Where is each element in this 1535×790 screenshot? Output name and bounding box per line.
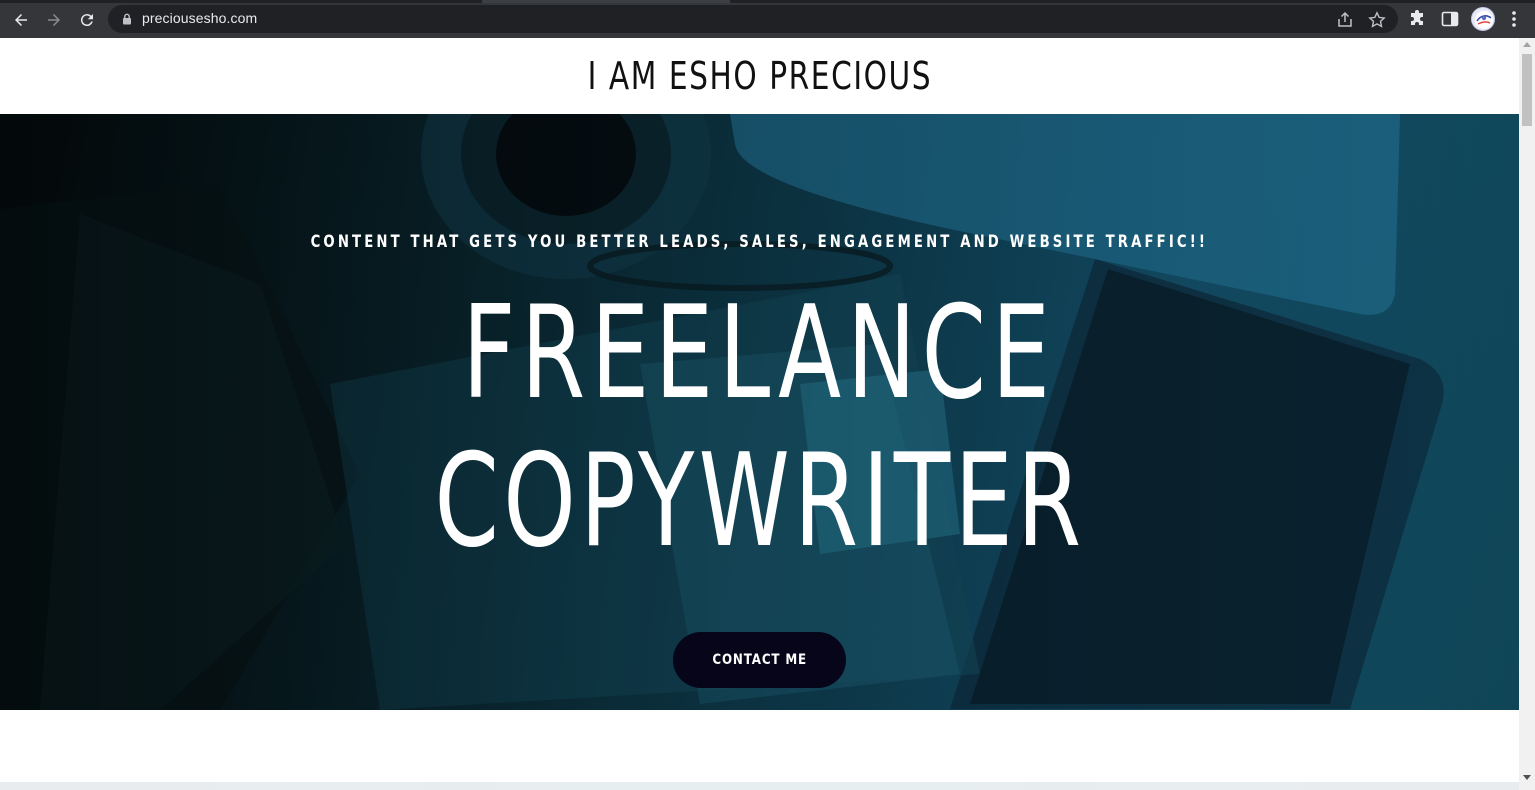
kebab-menu-icon[interactable]	[1504, 9, 1524, 29]
address-bar[interactable]: preciousesho.com	[108, 5, 1398, 33]
contact-me-button[interactable]: CONTACT ME	[673, 632, 846, 688]
hero-headline-line1-text: FREELANCE	[462, 279, 1057, 428]
scrollbar-thumb[interactable]	[1522, 54, 1532, 126]
scroll-up-arrow-icon[interactable]	[1523, 42, 1531, 47]
forward-arrow-icon[interactable]	[42, 8, 66, 32]
scroll-down-arrow-icon[interactable]	[1523, 775, 1531, 780]
side-panel-icon[interactable]	[1440, 9, 1460, 29]
site-header: I AM ESHO PRECIOUS	[0, 38, 1519, 114]
url-text[interactable]: preciousesho.com	[142, 10, 257, 26]
hero-headline-line2-text: COPYWRITER	[434, 427, 1085, 576]
reload-icon[interactable]	[75, 8, 99, 32]
lock-icon[interactable]	[120, 12, 134, 26]
hero-tagline-text: CONTENT THAT GETS YOU BETTER LEADS, SALE…	[310, 232, 1209, 252]
hero-headline-line1: FREELANCE	[0, 279, 1519, 428]
puzzle-icon[interactable]	[1408, 9, 1428, 29]
share-icon[interactable]	[1336, 11, 1354, 29]
browser-toolbar: preciousesho.com	[0, 0, 1535, 38]
back-arrow-icon[interactable]	[9, 8, 33, 32]
bottom-edge-strip	[0, 782, 1519, 790]
hero-headline-line2: COPYWRITER	[0, 427, 1519, 576]
site-title[interactable]: I AM ESHO PRECIOUS	[587, 54, 932, 98]
hero-section: CONTENT THAT GETS YOU BETTER LEADS, SALE…	[0, 114, 1519, 710]
avatar[interactable]	[1471, 7, 1495, 31]
hero-tagline: CONTENT THAT GETS YOU BETTER LEADS, SALE…	[0, 232, 1519, 252]
page-scrollbar[interactable]	[1519, 38, 1535, 790]
star-icon[interactable]	[1368, 11, 1386, 29]
page-viewport: I AM ESHO PRECIOUS CONTENT THAT GETS YOU…	[0, 38, 1519, 790]
tab-strip	[0, 0, 1535, 3]
contact-me-label[interactable]: CONTACT ME	[712, 652, 807, 668]
active-tab-indicator	[482, 0, 730, 3]
